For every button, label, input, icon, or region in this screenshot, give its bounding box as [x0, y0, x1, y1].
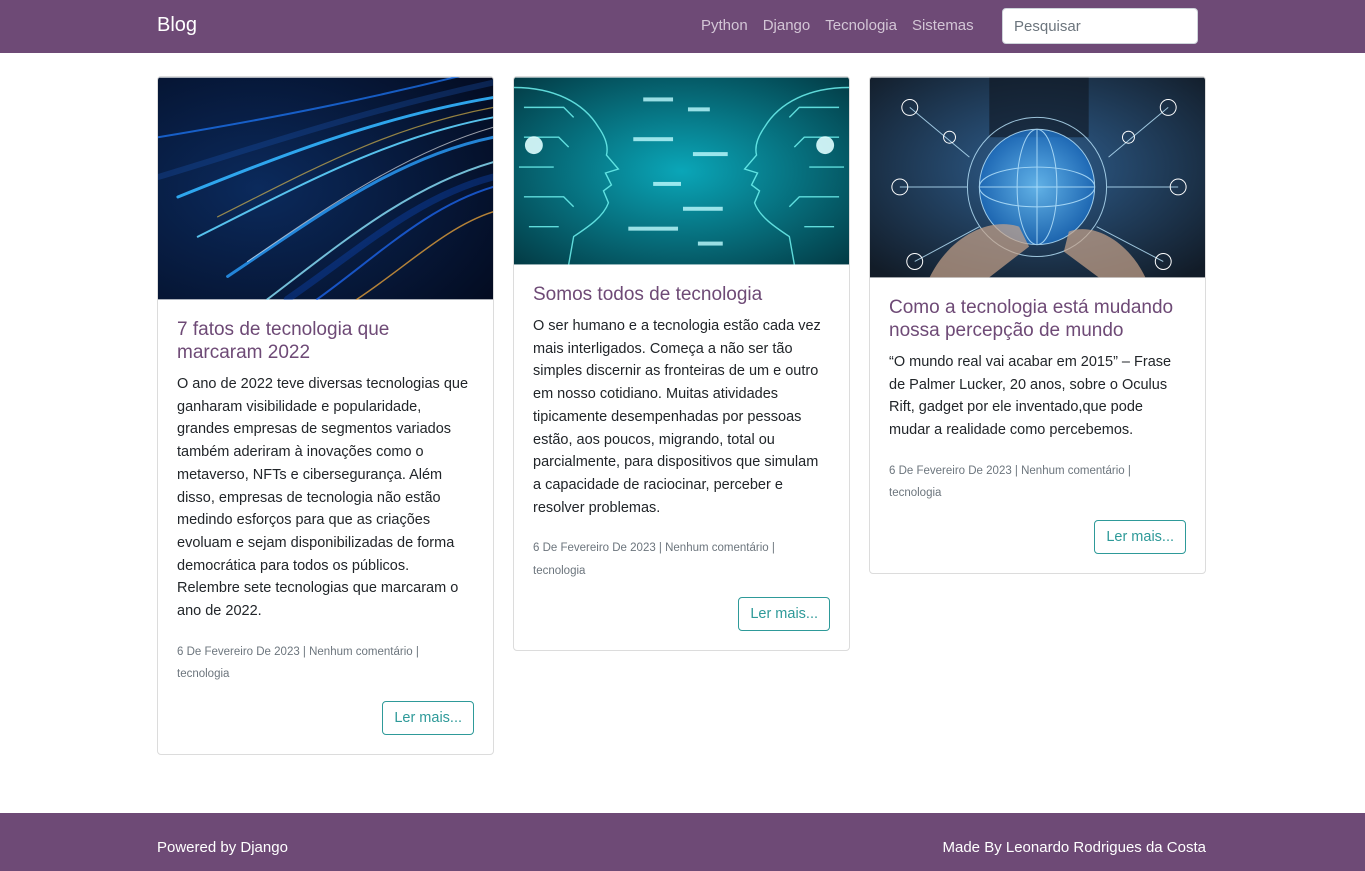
read-more-button[interactable]: Ler mais... [738, 597, 830, 632]
post-actions: Ler mais... [889, 519, 1186, 554]
post-excerpt: “O mundo real vai acabar em 2015” – Fras… [889, 354, 1172, 439]
post-title[interactable]: 7 fatos de tecnologia que marcaram 2022 [177, 318, 474, 364]
read-more-button[interactable]: Ler mais... [1094, 519, 1186, 554]
post-image-digital-globe[interactable] [870, 77, 1205, 278]
post-image-fiber-optic[interactable] [158, 77, 493, 300]
nav-link-django[interactable]: Django [763, 17, 811, 34]
nav-link-sistemas[interactable]: Sistemas [912, 17, 974, 34]
nav-links: Python Django Tecnologia Sistemas [701, 17, 974, 34]
post-title[interactable]: Somos todos de tecnologia [533, 283, 830, 306]
read-more-button[interactable]: Ler mais... [382, 700, 474, 735]
brand-link[interactable]: Blog [157, 14, 197, 37]
post-card-body: 7 fatos de tecnologia que marcaram 2022 … [158, 300, 493, 754]
footer-powered-by: Powered by Django [157, 839, 288, 856]
post-meta: 6 De Fevereiro De 2023 | Nenhum comentár… [177, 645, 419, 681]
post-excerpt: O ser humano e a tecnologia estão cada v… [533, 318, 821, 516]
post-card: Como a tecnologia está mudando nossa per… [869, 76, 1206, 574]
nav-link-tecnologia[interactable]: Tecnologia [825, 17, 897, 34]
post-actions: Ler mais... [177, 700, 474, 735]
nav-link-python[interactable]: Python [701, 17, 748, 34]
post-image-circuit-faces[interactable] [514, 77, 849, 265]
post-meta: 6 De Fevereiro De 2023 | Nenhum comentár… [889, 464, 1131, 500]
top-navbar: Blog Python Django Tecnologia Sistemas [0, 0, 1365, 53]
post-actions: Ler mais... [533, 597, 830, 632]
footer-credits: Made By Leonardo Rodrigues da Costa [942, 839, 1207, 856]
post-title[interactable]: Como a tecnologia está mudando nossa per… [889, 296, 1186, 342]
post-card: 7 fatos de tecnologia que marcaram 2022 … [157, 76, 494, 755]
post-card-body: Como a tecnologia está mudando nossa per… [870, 278, 1205, 573]
post-meta: 6 De Fevereiro De 2023 | Nenhum comentár… [533, 542, 775, 577]
search-input[interactable] [1002, 8, 1198, 44]
post-card: Somos todos de tecnologia O ser humano e… [513, 76, 850, 652]
page-footer: Powered by Django Made By Leonardo Rodri… [0, 813, 1365, 871]
post-excerpt: O ano de 2022 teve diversas tecnologias … [177, 376, 469, 620]
post-card-body: Somos todos de tecnologia O ser humano e… [514, 265, 849, 650]
